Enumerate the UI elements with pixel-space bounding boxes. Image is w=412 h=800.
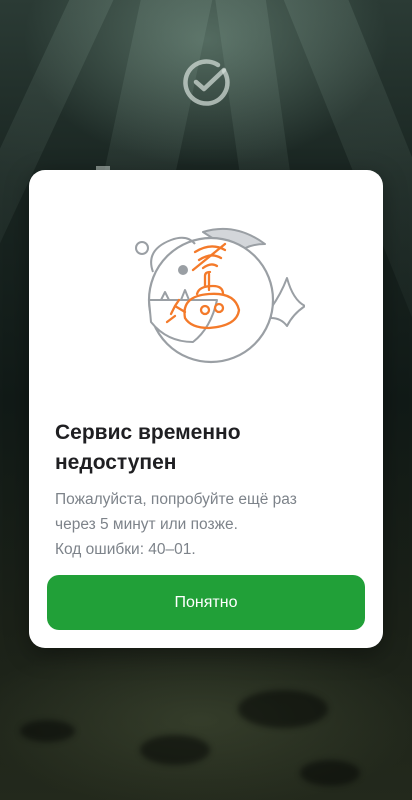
message-line: Пожалуйста, попробуйте ещё раз: [55, 491, 297, 508]
seabed-hole: [140, 735, 210, 765]
sber-logo-icon: [183, 59, 230, 106]
dialog-title: Сервис временно недоступен: [55, 421, 241, 474]
error-code-line: Код ошибки: 40–01.: [55, 541, 196, 558]
anglerfish-submarine-icon: [135, 227, 305, 364]
dialog-message: Пожалуйста, попробуйте ещё раз через 5 м…: [55, 487, 365, 562]
ok-button[interactable]: Понятно: [47, 575, 365, 630]
error-dialog: Сервис временно недоступен Пожалуйста, п…: [29, 170, 383, 648]
seabed-hole: [300, 760, 360, 786]
message-line: через 5 минут или позже.: [55, 516, 238, 533]
seabed-hole: [20, 720, 75, 742]
seabed-hole: [238, 690, 328, 728]
